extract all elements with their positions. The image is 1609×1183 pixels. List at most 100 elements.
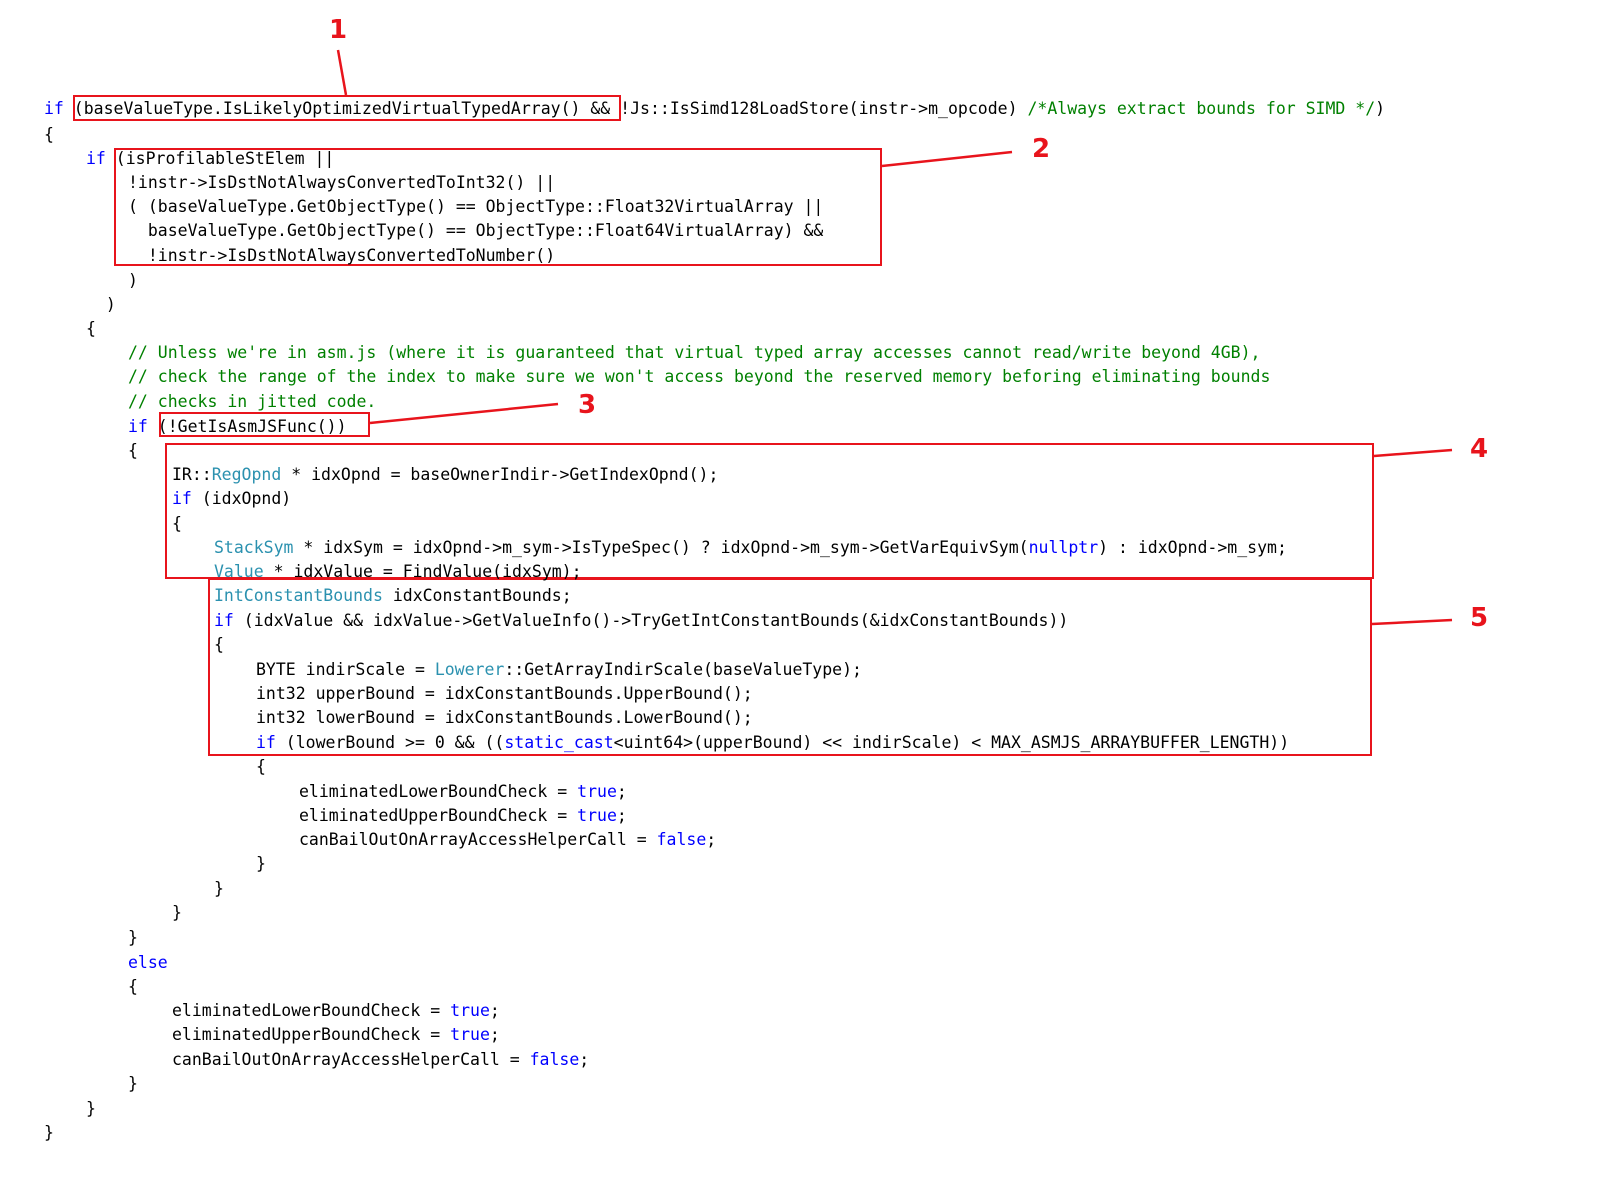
leader-line-3 [369, 402, 559, 425]
keyword-token: else [128, 953, 168, 972]
keyword-token: if [86, 149, 106, 168]
code-line: if (isProfilableStElem || [86, 146, 334, 171]
code-token: } [128, 1074, 138, 1093]
keyword-token: if [172, 489, 192, 508]
code-token: ; [489, 1001, 500, 1020]
code-line: IR::RegOpnd * idxOpnd = baseOwnerIndir->… [172, 462, 718, 487]
keyword-token: true [577, 806, 617, 825]
code-line: if (!GetIsAsmJSFunc()) [128, 414, 347, 439]
keyword-token: if [128, 417, 148, 436]
callout-label-1: 1 [329, 15, 348, 45]
code-line: eliminatedUpperBoundCheck = true; [172, 1022, 500, 1047]
type-token: Lowerer [434, 660, 505, 679]
code-line: { [128, 974, 138, 999]
code-token: { [256, 757, 266, 776]
code-token: } [256, 854, 266, 873]
code-line: int32 upperBound = idxConstantBounds.Upp… [256, 681, 753, 706]
callout-label-3: 3 [578, 390, 597, 420]
code-line: IntConstantBounds idxConstantBounds; [214, 583, 572, 608]
code-line: // check the range of the index to make … [128, 364, 1270, 389]
code-token: eliminatedUpperBoundCheck = [299, 806, 578, 825]
code-token: (baseValueType.IsLikelyOptimizedVirtualT… [63, 99, 1028, 118]
code-token: ) [86, 295, 116, 314]
keyword-token: false [656, 830, 707, 849]
code-line: if (idxOpnd) [172, 486, 291, 511]
code-token: idxConstantBounds; [382, 586, 572, 605]
code-line: !instr->IsDstNotAlwaysConvertedToInt32()… [128, 170, 555, 195]
code-line: } [172, 900, 182, 925]
code-token: * idxSym = idxOpnd->m_sym->IsTypeSpec() … [293, 538, 1029, 557]
code-line: eliminatedLowerBoundCheck = true; [299, 779, 627, 804]
keyword-token: true [577, 782, 617, 801]
keyword-token: if [44, 99, 64, 118]
code-token: { [44, 125, 54, 144]
code-token: (!GetIsAsmJSFunc()) [147, 417, 347, 436]
code-line: ) [86, 292, 116, 317]
code-token: * idxOpnd = baseOwnerIndir->GetIndexOpnd… [281, 465, 719, 484]
code-line: // Unless we're in asm.js (where it is g… [128, 340, 1260, 365]
comment-token: // Unless we're in asm.js (where it is g… [128, 343, 1261, 362]
keyword-token: true [450, 1001, 490, 1020]
code-line: } [128, 1071, 138, 1096]
code-token: ) [128, 271, 138, 290]
callout-label-4: 4 [1470, 434, 1489, 464]
code-token: int32 lowerBound = idxConstantBounds.Low… [256, 708, 753, 727]
keyword-token: if [214, 611, 234, 630]
code-line: } [256, 851, 266, 876]
code-line: } [86, 1096, 96, 1121]
callout-label-5: 5 [1470, 603, 1489, 633]
type-token: RegOpnd [211, 465, 282, 484]
code-token: canBailOutOnArrayAccessHelperCall = [299, 830, 657, 849]
comment-token: // check the range of the index to make … [128, 367, 1271, 386]
type-token: Value [214, 562, 264, 581]
code-line: { [44, 122, 54, 147]
keyword-token: if [256, 733, 276, 752]
leader-line-4 [1373, 448, 1453, 458]
code-line: Value * idxValue = FindValue(idxSym); [214, 559, 582, 584]
code-line: if (baseValueType.IsLikelyOptimizedVirtu… [44, 96, 1385, 121]
code-line: eliminatedUpperBoundCheck = true; [299, 803, 627, 828]
code-token: IR:: [172, 465, 212, 484]
code-token: ::GetArrayIndirScale(baseValueType); [504, 660, 862, 679]
code-line: eliminatedLowerBoundCheck = true; [172, 998, 500, 1023]
code-line: if (lowerBound >= 0 && ((static_cast<uin… [256, 730, 1289, 755]
code-line: if (idxValue && idxValue->GetValueInfo()… [214, 608, 1068, 633]
type-token: StackSym [214, 538, 294, 557]
code-token: ) [1375, 99, 1386, 118]
code-token: ; [706, 830, 717, 849]
code-token: { [128, 441, 138, 460]
code-line: { [214, 632, 224, 657]
code-line: ) [128, 268, 138, 293]
code-token: { [86, 319, 96, 338]
leader-line-2 [881, 150, 1013, 168]
code-token: } [128, 928, 138, 947]
keyword-token: nullptr [1028, 538, 1099, 557]
code-token: ( (baseValueType.GetObjectType() == Obje… [128, 197, 824, 216]
code-line: { [256, 754, 266, 779]
code-token: { [172, 514, 182, 533]
code-line: canBailOutOnArrayAccessHelperCall = fals… [172, 1047, 589, 1072]
keyword-token: true [450, 1025, 490, 1044]
code-token: ; [616, 782, 627, 801]
code-token: !instr->IsDstNotAlwaysConvertedToInt32()… [128, 173, 556, 192]
code-token: ; [579, 1050, 590, 1069]
code-line: } [44, 1120, 54, 1145]
code-token: { [128, 977, 138, 996]
code-token: } [44, 1123, 54, 1142]
leader-line-1 [336, 49, 348, 96]
code-token: (lowerBound >= 0 && (( [275, 733, 505, 752]
code-token: } [172, 903, 182, 922]
code-line: } [128, 925, 138, 950]
code-token: BYTE indirScale = [256, 660, 435, 679]
code-line: !instr->IsDstNotAlwaysConvertedToNumber(… [128, 243, 555, 268]
code-token: * idxValue = FindValue(idxSym); [263, 562, 582, 581]
code-line: { [86, 316, 96, 341]
code-token: eliminatedLowerBoundCheck = [172, 1001, 451, 1020]
type-token: IntConstantBounds [214, 586, 383, 605]
callout-label-2: 2 [1032, 134, 1051, 164]
code-token: eliminatedUpperBoundCheck = [172, 1025, 451, 1044]
code-token: { [214, 635, 224, 654]
code-token: eliminatedLowerBoundCheck = [299, 782, 578, 801]
code-line: } [214, 876, 224, 901]
code-token: !instr->IsDstNotAlwaysConvertedToNumber(… [128, 246, 556, 265]
